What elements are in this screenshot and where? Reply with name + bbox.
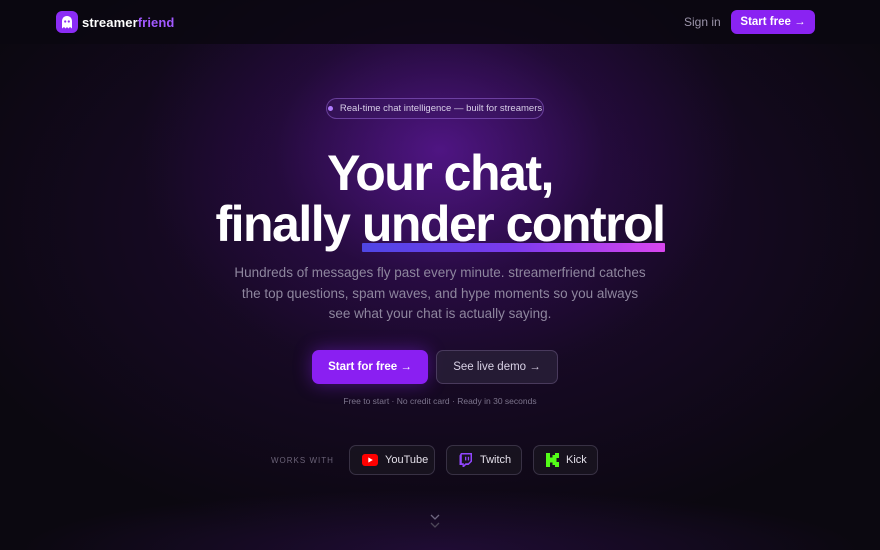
works-with-label: WORKS WITH [271,456,334,465]
sign-in-link[interactable]: Sign in [684,15,721,29]
twitch-icon [459,452,473,468]
headline-highlight: under control [361,196,666,252]
kick-icon [546,453,559,467]
nav-start-free-button[interactable]: Start free → [731,10,815,34]
ghost-icon [56,11,78,33]
brand-name: streamerfriend [82,15,174,30]
platform-youtube[interactable]: YouTube [349,445,435,475]
hero-badge: Real-time chat intelligence — built for … [326,98,544,119]
platform-kick[interactable]: Kick [533,445,598,475]
platform-kick-label: Kick [566,454,587,466]
platform-twitch[interactable]: Twitch [446,445,522,475]
headline-prefix: finally [215,196,362,252]
brand-name-part2: friend [137,14,175,30]
start-for-free-button[interactable]: Start for free → [312,350,428,384]
badge-dot-icon [327,106,333,111]
headline-line-1: Your chat, [327,145,554,201]
hero-subtext: Hundreds of messages fly past every minu… [234,265,646,321]
see-live-demo-button[interactable]: See live demo → [436,350,558,384]
platform-youtube-label: YouTube [385,454,429,466]
scroll-down-chevron-icon[interactable] [429,513,441,536]
navbar: streamerfriend Sign in Start free → [0,0,880,44]
brand-logo[interactable]: streamerfriend [56,11,174,33]
badge-text: Real-time chat intelligence — built for … [339,103,543,114]
headline-line-2: finally under control [0,196,880,252]
headline-highlight-text: under control [361,196,666,252]
platform-twitch-label: Twitch [480,454,512,466]
fine-print: Free to start · No credit card · Ready i… [343,396,537,406]
youtube-icon [362,454,378,466]
brand-name-part1: streamer [82,14,138,30]
